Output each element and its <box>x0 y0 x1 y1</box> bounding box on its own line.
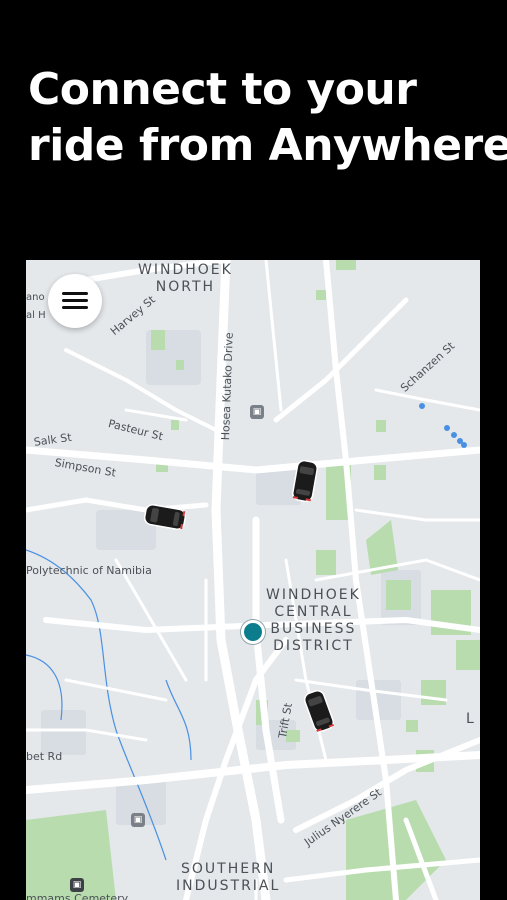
street-label-polytechnic: Polytechnic of Namibia <box>26 564 152 577</box>
bus-stop-icon: ▣ <box>250 405 264 419</box>
area-label-line: NORTH <box>155 279 216 295</box>
area-label-line: WINDHOEK <box>266 587 361 603</box>
menu-button[interactable] <box>48 274 102 328</box>
bus-stop-icon: ▣ <box>70 878 84 892</box>
street-label-cemetery: mmams Cemetery <box>26 892 129 900</box>
headline: Connect to your ride from Anywhere <box>28 62 507 174</box>
map-view[interactable]: WINDHOEK NORTH WINDHOEK CENTRAL BUSINESS… <box>26 260 480 900</box>
headline-line-1: Connect to your <box>28 64 417 115</box>
area-label-edge: L <box>466 711 476 727</box>
water-marker <box>419 403 425 409</box>
street-label-bet-rd: bet Rd <box>26 750 63 763</box>
street-label-edge-1: ano <box>26 292 45 303</box>
area-label-cbd: WINDHOEK CENTRAL BUSINESS DISTRICT <box>266 587 361 655</box>
current-location-dot <box>241 620 265 644</box>
area-label-line: DISTRICT <box>273 638 354 654</box>
hamburger-menu-icon <box>62 306 88 309</box>
area-label-line: BUSINESS <box>270 621 357 637</box>
bus-stop-icon: ▣ <box>131 813 145 827</box>
street-label-edge-2: al H <box>26 310 46 321</box>
area-label-line: CENTRAL <box>274 604 353 620</box>
water-marker <box>444 425 450 431</box>
area-label-windhoek-north: WINDHOEK NORTH <box>138 262 233 296</box>
area-label-line: SOUTHERN <box>181 861 276 877</box>
water-marker <box>461 442 467 448</box>
area-label-line: WINDHOEK <box>138 262 233 278</box>
map-base <box>26 260 480 900</box>
headline-line-2: ride from Anywhere <box>28 120 507 171</box>
area-label-southern-industrial: SOUTHERN INDUSTRIAL <box>176 861 280 895</box>
hamburger-menu-icon <box>62 292 88 295</box>
area-label-line: INDUSTRIAL <box>176 878 281 894</box>
water-marker <box>451 432 457 438</box>
hamburger-menu-icon <box>62 299 88 302</box>
